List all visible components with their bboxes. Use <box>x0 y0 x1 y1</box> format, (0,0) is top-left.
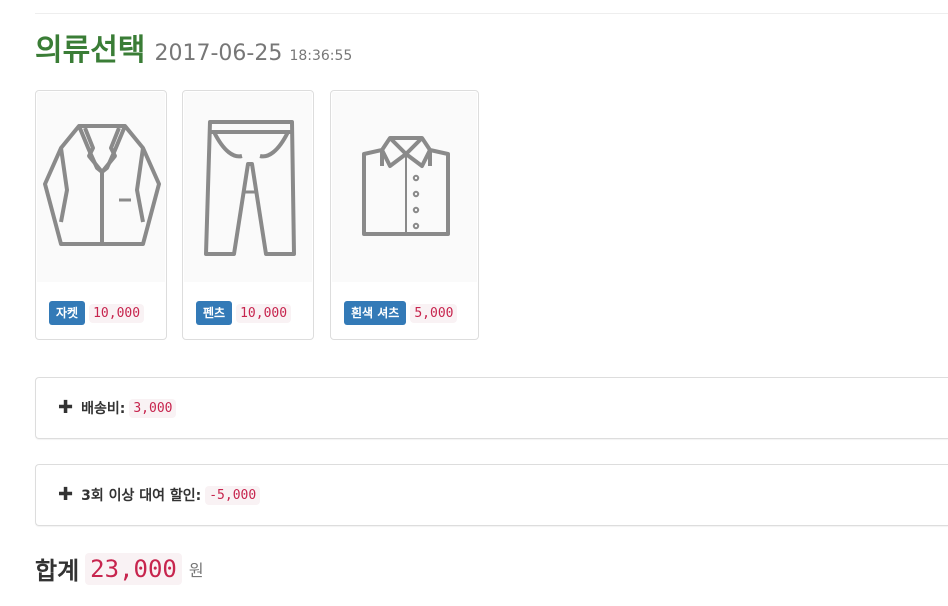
clothing-card-jacket[interactable]: 자켓 10,000 <box>35 90 167 340</box>
top-divider <box>35 13 948 14</box>
clothing-caption: 자켓 10,000 <box>49 301 145 325</box>
clothing-card-pants[interactable]: 펜츠 10,000 <box>182 90 314 340</box>
page-date: 2017-06-25 <box>154 41 283 66</box>
total-label: 합계 <box>35 557 80 585</box>
shipping-row: ✚ 배송비: 3,000 <box>58 398 177 418</box>
discount-row: ✚ 3회 이상 대여 할인: -5,000 <box>58 485 261 505</box>
clothing-price: 10,000 <box>89 303 145 323</box>
shipping-value: 3,000 <box>129 398 177 418</box>
discount-panel[interactable]: ✚ 3회 이상 대여 할인: -5,000 <box>35 464 948 526</box>
jacket-icon <box>43 124 161 246</box>
plus-icon[interactable]: ✚ <box>58 486 73 504</box>
clothing-price: 5,000 <box>410 303 458 323</box>
page-time: 18:36:55 <box>289 48 353 64</box>
clothing-card-white-shirt[interactable]: 흰색 셔츠 5,000 <box>330 90 479 340</box>
shipping-panel[interactable]: ✚ 배송비: 3,000 <box>35 377 948 439</box>
clothing-price: 10,000 <box>236 303 292 323</box>
clothing-caption: 흰색 셔츠 5,000 <box>344 301 458 325</box>
total-unit: 원 <box>188 560 204 580</box>
page-title: 의류선택 <box>35 33 146 68</box>
total-row: 합계 23,000 원 <box>35 551 204 586</box>
page-header: 의류선택 2017-06-25 18:36:55 <box>35 36 352 66</box>
pants-icon <box>204 120 296 256</box>
clothing-name-badge: 펜츠 <box>196 301 233 325</box>
clothing-name-badge: 자켓 <box>49 301 86 325</box>
clothing-image <box>184 92 312 282</box>
shirt-icon <box>362 136 450 236</box>
total-value: 23,000 <box>85 552 182 585</box>
clothing-image <box>37 92 165 282</box>
clothing-name-badge: 흰색 셔츠 <box>344 301 407 325</box>
discount-value: -5,000 <box>205 485 261 505</box>
plus-icon[interactable]: ✚ <box>58 399 73 417</box>
shipping-label: 배송비: <box>81 401 126 417</box>
clothing-image <box>332 92 477 282</box>
clothing-caption: 펜츠 10,000 <box>196 301 292 325</box>
discount-label: 3회 이상 대여 할인: <box>81 488 202 504</box>
